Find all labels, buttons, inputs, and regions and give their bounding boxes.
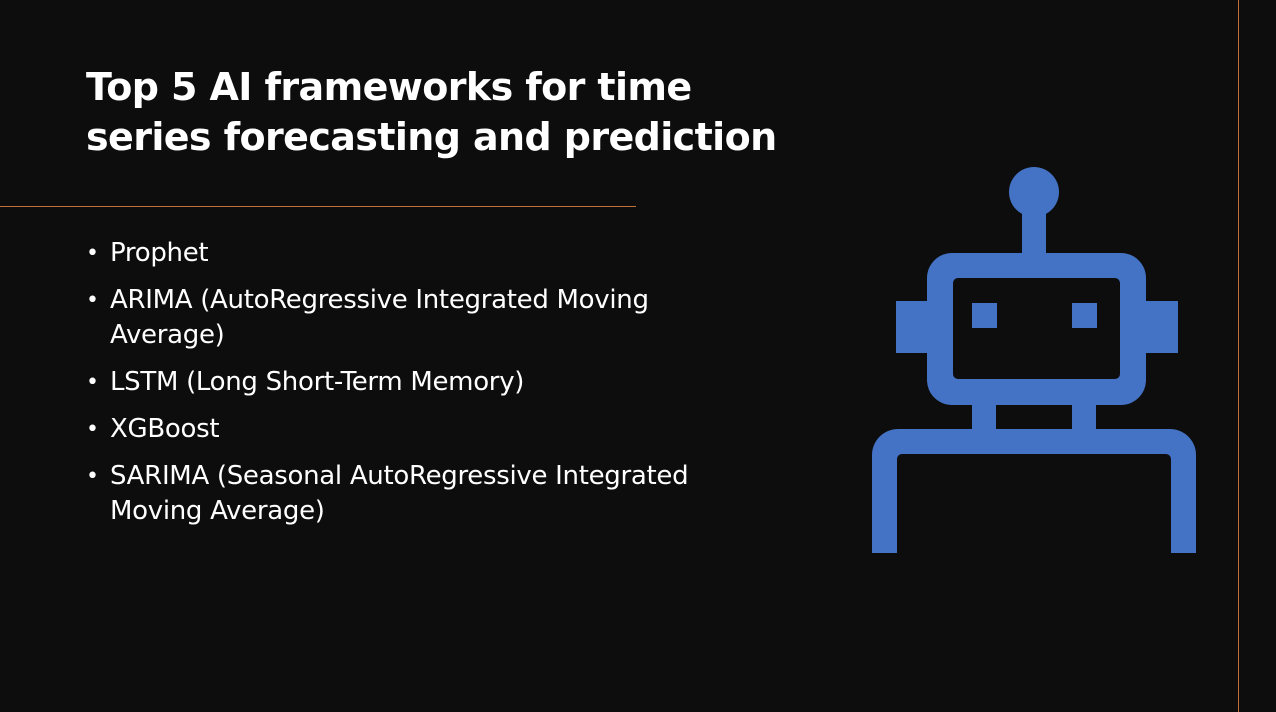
right-edge-divider — [1238, 0, 1239, 712]
bullet-text: LSTM (Long Short-Term Memory) — [110, 367, 525, 397]
bullet-item-xgboost: • XGBoost — [86, 412, 706, 447]
bullet-text: ARIMA (AutoRegressive Integrated Moving … — [110, 285, 649, 350]
bullet-list: • Prophet • ARIMA (AutoRegressive Integr… — [86, 236, 706, 541]
slide-title: Top 5 AI frameworks for time series fore… — [86, 65, 777, 159]
bullet-text: Prophet — [110, 238, 209, 268]
bullet-marker: • — [86, 417, 99, 442]
robot-left-eye — [972, 303, 997, 328]
bullet-marker: • — [86, 464, 99, 489]
bullet-item-arima: • ARIMA (AutoRegressive Integrated Movin… — [86, 283, 706, 353]
robot-right-ear — [1146, 301, 1178, 353]
robot-antenna-stem — [1022, 205, 1046, 257]
bullet-marker: • — [86, 288, 99, 313]
bullet-marker: • — [86, 241, 99, 266]
robot-neck-left — [972, 403, 996, 431]
robot-icon — [872, 167, 1196, 553]
robot-body — [872, 429, 1196, 553]
bullet-item-prophet: • Prophet — [86, 236, 706, 271]
robot-neck-right — [1072, 403, 1096, 431]
bullet-marker: • — [86, 370, 99, 395]
bullet-item-lstm: • LSTM (Long Short-Term Memory) — [86, 365, 706, 400]
robot-left-ear — [896, 301, 928, 353]
bullet-text: XGBoost — [110, 414, 220, 444]
robot-head-frame — [927, 253, 1146, 405]
slide: Top 5 AI frameworks for time series fore… — [0, 0, 1276, 712]
robot-right-eye — [1072, 303, 1097, 328]
bullet-text: SARIMA (Seasonal AutoRegressive Integrat… — [110, 461, 689, 526]
bullet-item-sarima: • SARIMA (Seasonal AutoRegressive Integr… — [86, 459, 706, 529]
title-divider — [0, 206, 636, 207]
